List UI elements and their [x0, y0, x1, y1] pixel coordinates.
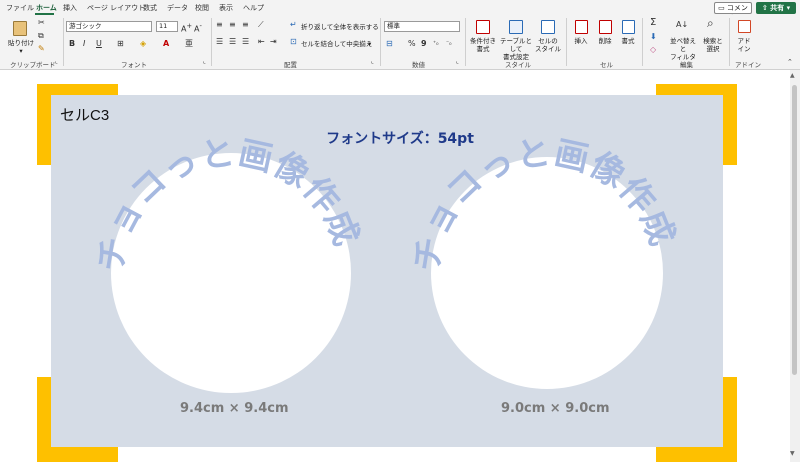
size-caption-right: 9.0cm × 9.0cm — [501, 401, 610, 416]
circle-samples: チョコっと画像作成 チョコっと画像作成 — [91, 133, 681, 393]
size-caption-left: 9.4cm × 9.4cm — [180, 401, 289, 416]
